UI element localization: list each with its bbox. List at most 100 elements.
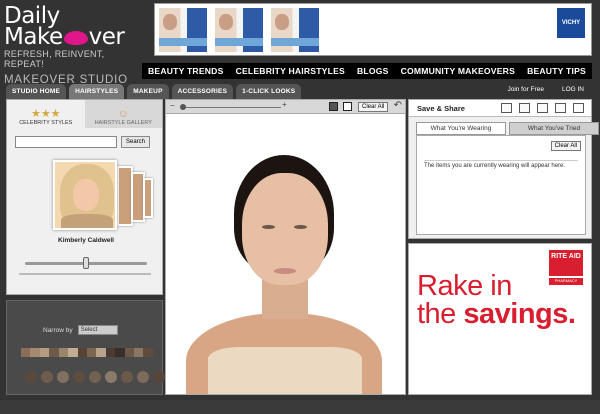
lips-icon [63,31,88,45]
hair-color-option[interactable] [41,371,53,383]
save-share-title: Save & Share [417,104,465,113]
tab-accessories[interactable]: ACCESSORIES [171,84,234,99]
banner-product-2 [215,8,263,52]
login-link[interactable]: LOG IN [562,86,584,93]
wearing-list: Clear All The items you are currently we… [416,135,586,235]
hair-color-swatch[interactable] [49,348,59,357]
stars-icon: ★★★ [30,108,61,120]
hairstyle-panel: ★★★ CELEBRITY STYLES ☺ HAIRSTYLE GALLERY… [6,99,163,295]
nav-beauty-trends[interactable]: BEAUTY TRENDS [148,66,224,76]
hair-color-swatch[interactable] [143,348,153,357]
hair-color-swatch[interactable] [21,348,31,357]
account-links: Join for Free LOG IN [507,86,584,93]
share-icon[interactable] [555,103,566,113]
hair-color-swatch[interactable] [134,348,144,357]
tab-celebrity-styles[interactable]: ★★★ CELEBRITY STYLES [7,100,85,128]
tab-hairstyle-gallery[interactable]: ☺ HAIRSTYLE GALLERY [85,100,163,128]
celebrity-search-input[interactable] [15,136,117,148]
ad-line-2: the savings. [417,298,576,330]
vichy-logo: VICHY [557,8,585,38]
canvas-toolbar: − + Clear All ↶ [166,100,405,114]
hair-color-swatch[interactable] [77,348,87,357]
save-icon[interactable] [537,103,548,113]
rite-aid-ad[interactable]: RITE AID PHARMACY Rake in the savings. [408,243,592,395]
hair-color-swatch[interactable] [86,348,97,357]
hair-color-option[interactable] [73,371,85,383]
nav-community-makeovers[interactable]: COMMUNITY MAKEOVERS [401,66,515,76]
logo-tagline: REFRESH, REINVENT, REPEAT! [4,49,105,69]
model-left-eye [262,225,275,229]
hair-color-option[interactable] [89,371,101,383]
hair-color-swatches[interactable] [21,348,153,357]
hair-color-swatch[interactable] [115,348,125,357]
hair-color-circles [25,371,165,383]
model-photo [166,115,405,394]
narrow-by: Narrow by Select [43,325,118,335]
narrow-by-select[interactable]: Select [77,325,118,335]
narrow-by-label: Narrow by [43,326,73,334]
model-right-eye [294,225,307,229]
site-logo[interactable]: Daily Make ver REFRESH, REINVENT, REPEAT!… [4,5,132,87]
tab-hairstyle-gallery-label: HAIRSTYLE GALLERY [94,120,152,126]
divider [19,273,151,275]
zoom-in-icon[interactable]: + [282,100,287,109]
hair-color-option[interactable] [153,371,165,383]
canvas-clear-all-button[interactable]: Clear All [358,102,389,112]
ad-headline: Rake in the savings. [417,270,576,330]
celebrity-search: Search [15,136,151,148]
nav-blogs[interactable]: BLOGS [357,66,389,76]
color-panel: Narrow by Select [6,300,165,395]
zoom-slider[interactable] [181,107,281,108]
hair-color-swatch[interactable] [96,348,106,357]
makeover-canvas: − + Clear All ↶ [165,99,406,395]
nav-celebrity-hairstyles[interactable]: CELEBRITY HAIRSTYLES [236,66,345,76]
hair-color-option[interactable] [121,371,133,383]
hair-color-swatch[interactable] [124,348,135,357]
hair-color-swatch[interactable] [39,348,50,357]
tab-hairstyles[interactable]: HAIRSTYLES [69,84,125,99]
save-share-header: Save & Share [409,100,591,117]
hair-color-option[interactable] [105,371,117,383]
tab-studio-home[interactable]: STUDIO HOME [6,84,67,99]
model-top [208,347,362,394]
hair-color-option[interactable] [25,371,37,383]
save-share-panel: Save & Share What You're Wearing What Yo… [408,99,599,239]
wearing-empty-message: The items you are currently wearing will… [424,160,578,169]
tab-what-youre-wearing[interactable]: What You're Wearing [416,122,506,135]
logo-line-2: Make ver [4,24,125,50]
gallery-icon[interactable] [573,103,584,113]
compare-icon[interactable] [329,102,338,111]
join-link[interactable]: Join for Free [507,86,544,93]
print-icon[interactable] [519,103,530,113]
hair-color-swatch[interactable] [30,348,40,357]
hair-color-swatch[interactable] [68,348,78,357]
celebrity-name: Kimberly Caldwell [58,237,114,244]
main-nav: BEAUTY TRENDS CELEBRITY HAIRSTYLES BLOGS… [142,63,592,79]
tab-1-click-looks[interactable]: 1-CLICK LOOKS [236,84,302,99]
hair-color-swatch[interactable] [58,348,69,357]
user-photo-icon[interactable] [343,102,352,111]
vichy-banner-ad[interactable]: VICHY [154,3,592,56]
style-card-next-3[interactable] [143,178,153,218]
hair-color-option[interactable] [137,371,149,383]
undo-icon[interactable]: ↶ [394,100,402,112]
hair-color-option[interactable] [57,371,69,383]
email-icon[interactable] [501,103,512,113]
zoom-handle[interactable] [180,104,186,110]
style-carousel-slider[interactable] [25,257,147,269]
tab-celebrity-styles-label: CELEBRITY STYLES [19,120,73,126]
wearing-tabs: What You're Wearing What You've Tried [416,122,599,135]
slider-handle[interactable] [83,257,89,269]
footer-bar [0,400,600,414]
celebrity-style-card[interactable] [53,160,117,230]
search-button[interactable]: Search [121,136,151,148]
head-icon: ☺ [117,108,129,120]
nav-beauty-tips[interactable]: BEAUTY TIPS [527,66,586,76]
banner-product-1 [159,8,207,52]
hair-color-swatch[interactable] [105,348,116,357]
wearing-clear-all-button[interactable]: Clear All [550,141,581,151]
zoom-out-icon[interactable]: − [170,101,175,110]
tab-what-youve-tried[interactable]: What You've Tried [509,122,599,135]
tab-makeup[interactable]: MAKEUP [127,84,169,99]
ad-line-1: Rake in [417,270,512,302]
